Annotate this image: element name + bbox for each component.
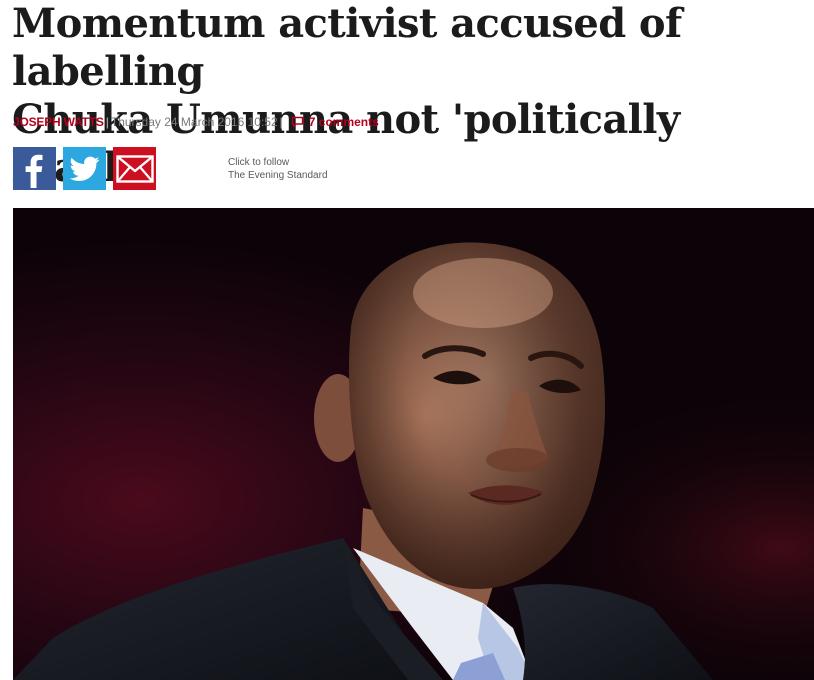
headline-line-1: Momentum activist accused of labelling bbox=[12, 0, 682, 95]
email-share-button[interactable] bbox=[113, 147, 156, 190]
publish-date: Thursday 24 March 2016 10:52 bbox=[110, 115, 278, 129]
email-icon bbox=[115, 154, 154, 183]
facebook-share-button[interactable] bbox=[13, 147, 56, 190]
twitter-icon bbox=[69, 156, 99, 181]
byline: JOSEPH WATTS | Thursday 24 March 2016 10… bbox=[13, 114, 379, 130]
byline-separator: | bbox=[279, 115, 283, 129]
comment-bubble-icon bbox=[291, 116, 303, 128]
portrait-photo-image bbox=[13, 208, 814, 680]
share-buttons bbox=[13, 147, 156, 190]
author-link[interactable]: JOSEPH WATTS bbox=[13, 115, 104, 129]
twitter-share-button[interactable] bbox=[63, 147, 106, 190]
comments-count: 7 comments bbox=[308, 115, 379, 129]
follow-prompt[interactable]: Click to follow The Evening Standard bbox=[228, 156, 328, 182]
article-hero-photo bbox=[13, 208, 814, 680]
comments-link[interactable]: 7 comments bbox=[291, 115, 379, 129]
facebook-icon bbox=[25, 154, 43, 188]
byline-separator: | bbox=[105, 115, 109, 129]
follow-label: Click to follow bbox=[228, 157, 290, 168]
follow-publication: The Evening Standard bbox=[228, 170, 328, 181]
